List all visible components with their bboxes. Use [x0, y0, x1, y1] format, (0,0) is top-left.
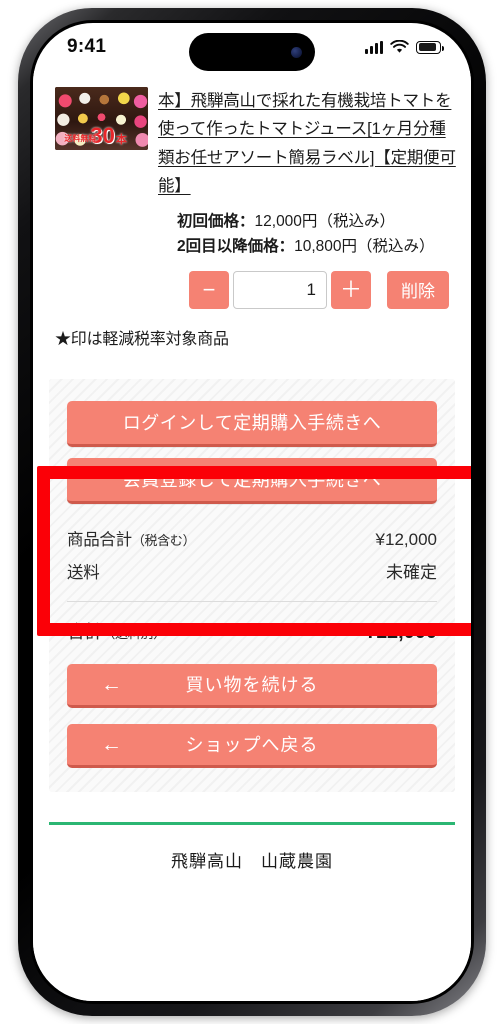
phone-frame: 9:41 送料無料 30 本 本】飛騨高山で採れた有機栽培トマトを使って作ったト… — [18, 8, 486, 1016]
summary-label-total-note: （送料別） — [102, 625, 166, 641]
summary-row-shipping: 送料 未確定 — [67, 554, 437, 587]
back-to-shop-button[interactable]: ← ショップへ戻る — [67, 723, 437, 768]
price-value-second: 10,800円 — [294, 237, 358, 255]
product-thumbnail[interactable]: 送料無料 30 本 — [55, 87, 148, 150]
price-tax-second: （税込み） — [357, 237, 435, 255]
front-camera-icon — [291, 46, 302, 58]
summary-value-subtotal: ¥12,000 — [375, 529, 437, 549]
price-value-first: 12,000円 — [254, 212, 318, 230]
status-indicators — [365, 40, 444, 54]
back-arrow-icon-2: ← — [101, 732, 122, 756]
order-summary-card: ログインして定期購入手続きへ 会員登録して定期購入手続きへ 商品合計（税含む） … — [49, 378, 455, 792]
phone-screen: 9:41 送料無料 30 本 本】飛騨高山で採れた有機栽培トマトを使って作ったト… — [33, 23, 471, 1001]
price-tax-first: （税込み） — [317, 212, 395, 230]
summary-label-total-text: 合計 — [67, 621, 103, 642]
reduced-tax-note: ★印は軽減税率対象商品 — [55, 330, 229, 348]
summary-label-subtotal-note: （税含む） — [131, 532, 196, 548]
summary-label-total: 合計（送料別） — [67, 618, 166, 644]
quantity-badge: 送料無料 30 本 — [64, 125, 127, 147]
cart-page: 送料無料 30 本 本】飛騨高山で採れた有機栽培トマトを使って作ったトマトジュー… — [33, 71, 471, 1001]
price-row-first: 初回価格：12,000円（税込み） — [177, 209, 457, 234]
battery-icon — [416, 40, 444, 54]
summary-label-shipping-text: 送料 — [67, 563, 100, 582]
summary-row-total: 合計（送料別） ¥12,000 — [67, 614, 437, 648]
price-row-second: 2回目以降価格：10,800円（税込み） — [177, 234, 457, 259]
badge-unit: 本 — [115, 134, 127, 146]
continue-shopping-button[interactable]: ← 買い物を続ける — [67, 663, 437, 708]
footer-shop-name: 飛騨高山 山蔵農園 — [171, 851, 333, 871]
summary-label-shipping: 送料 — [67, 559, 100, 583]
badge-prefix: 送料無料 — [64, 134, 97, 143]
phone-bezel: 9:41 送料無料 30 本 本】飛騨高山で採れた有機栽培トマトを使って作ったト… — [30, 20, 474, 1004]
signal-bars-icon — [365, 40, 383, 54]
register-subscribe-button[interactable]: 会員登録して定期購入手続きへ — [67, 457, 437, 504]
cart-item: 送料無料 30 本 本】飛騨高山で採れた有機栽培トマトを使って作ったトマトジュー… — [33, 71, 471, 201]
summary-value-total: ¥12,000 — [364, 620, 437, 643]
price-block: 初回価格：12,000円（税込み） 2回目以降価格：10,800円（税込み） — [33, 201, 471, 259]
dynamic-island — [189, 33, 315, 71]
summary-label-subtotal-text: 商品合計 — [67, 530, 132, 549]
quantity-increment-button[interactable]: ＋ — [331, 270, 371, 309]
summary-divider — [67, 600, 437, 602]
product-title-link[interactable]: 本】飛騨高山で採れた有機栽培トマトを使って作ったトマトジュース[1ヶ月分種類お任… — [158, 87, 457, 201]
status-bar: 9:41 — [33, 23, 471, 71]
price-label-first: 初回価格： — [177, 212, 255, 230]
back-to-shop-label: ショップへ戻る — [185, 735, 319, 756]
summary-row-subtotal: 商品合計（税含む） ¥12,000 — [67, 522, 437, 554]
summary-label-subtotal: 商品合計（税含む） — [67, 526, 196, 550]
quantity-stepper: − ＋ 削除 — [33, 259, 471, 309]
quantity-input[interactable] — [233, 270, 327, 309]
login-subscribe-button[interactable]: ログインして定期購入手続きへ — [67, 400, 437, 447]
back-arrow-icon: ← — [101, 672, 122, 696]
quantity-decrement-button[interactable]: − — [189, 270, 229, 309]
continue-shopping-label: 買い物を続ける — [185, 675, 319, 696]
status-clock: 9:41 — [67, 36, 107, 57]
screenshot-stage: 9:41 送料無料 30 本 本】飛騨高山で採れた有機栽培トマトを使って作ったト… — [0, 0, 504, 1024]
delete-item-button[interactable]: 削除 — [387, 270, 449, 309]
wifi-icon — [390, 40, 409, 53]
price-label-second: 2回目以降価格： — [177, 237, 295, 255]
summary-value-shipping: 未確定 — [386, 562, 437, 582]
